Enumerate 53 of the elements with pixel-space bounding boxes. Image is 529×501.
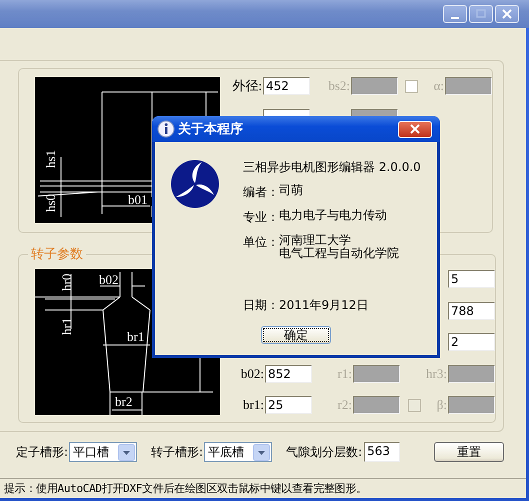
field-label: hr3: xyxy=(425,366,447,382)
dimension-label: br1 xyxy=(127,329,144,344)
field-label: r1: xyxy=(336,366,352,382)
info-label: 日期： xyxy=(243,297,279,314)
input-field[interactable]: 563 xyxy=(364,442,400,462)
minimize-icon xyxy=(451,17,459,19)
input-field[interactable]: 452 xyxy=(263,77,310,95)
info-value: 电气工程与自动化学院 xyxy=(279,247,399,260)
dropdown-label: 转子槽形: xyxy=(151,444,204,460)
field-label: r2: xyxy=(336,397,352,413)
maximize-button[interactable] xyxy=(469,5,493,23)
group-title: 转子参数 xyxy=(30,246,84,263)
slot-shape-dropdown[interactable]: 平口槽 xyxy=(69,442,138,462)
field-label: bs2: xyxy=(327,78,350,94)
field-label: α: xyxy=(432,78,444,94)
dimension-label: hs1 xyxy=(43,150,58,168)
reset-button[interactable]: 重置 xyxy=(434,442,504,462)
info-value: 河南理工大学 xyxy=(279,234,352,247)
info-value: 电力电子与电力传动 xyxy=(279,209,387,222)
checkbox[interactable] xyxy=(405,80,418,92)
field-label: b02: xyxy=(240,366,264,382)
ok-button[interactable]: 确定 xyxy=(261,326,331,344)
dialog-title: 关于本程序 xyxy=(178,120,243,138)
info-label: 单位： xyxy=(243,234,279,251)
dimension-label: b01 xyxy=(128,192,148,207)
caret-icon xyxy=(253,444,270,461)
info-label: 编者： xyxy=(243,184,279,201)
field-label: β: xyxy=(436,397,447,413)
close-button[interactable] xyxy=(495,5,519,23)
info-label: 专业： xyxy=(243,209,279,226)
field-label: br1: xyxy=(242,397,264,413)
info-icon xyxy=(157,120,175,138)
field-label: 气隙划分层数: xyxy=(286,444,362,460)
logo-icon xyxy=(170,159,220,209)
dimension-label: b02 xyxy=(99,272,118,287)
dropdown-label: 定子槽形: xyxy=(16,444,68,460)
input-field[interactable]: 2 xyxy=(448,333,495,351)
maximize-icon xyxy=(476,9,486,19)
input-field[interactable]: 25 xyxy=(265,396,312,414)
status-text: 提示：使用AutoCAD打开DXF文件后在绘图区双击鼠标中键以查看完整图形。 xyxy=(4,481,367,496)
minimize-button[interactable] xyxy=(443,5,467,23)
dimension-label: br2 xyxy=(115,394,132,409)
info-value: 2011年9月12日 xyxy=(279,297,368,314)
product-name: 三相异步电机图形编辑器 2.0.0.0 xyxy=(243,159,421,176)
input-field[interactable]: 852 xyxy=(265,364,312,382)
info-value: 司萌 xyxy=(279,184,303,197)
caret-icon xyxy=(118,444,136,461)
field-label: 外径: xyxy=(232,77,262,95)
input-field[interactable]: 788 xyxy=(448,302,495,320)
close-icon xyxy=(410,124,420,134)
close-icon xyxy=(502,9,512,19)
input-field[interactable]: 5 xyxy=(448,270,495,288)
slot-shape-dropdown[interactable]: 平底槽 xyxy=(204,442,272,462)
